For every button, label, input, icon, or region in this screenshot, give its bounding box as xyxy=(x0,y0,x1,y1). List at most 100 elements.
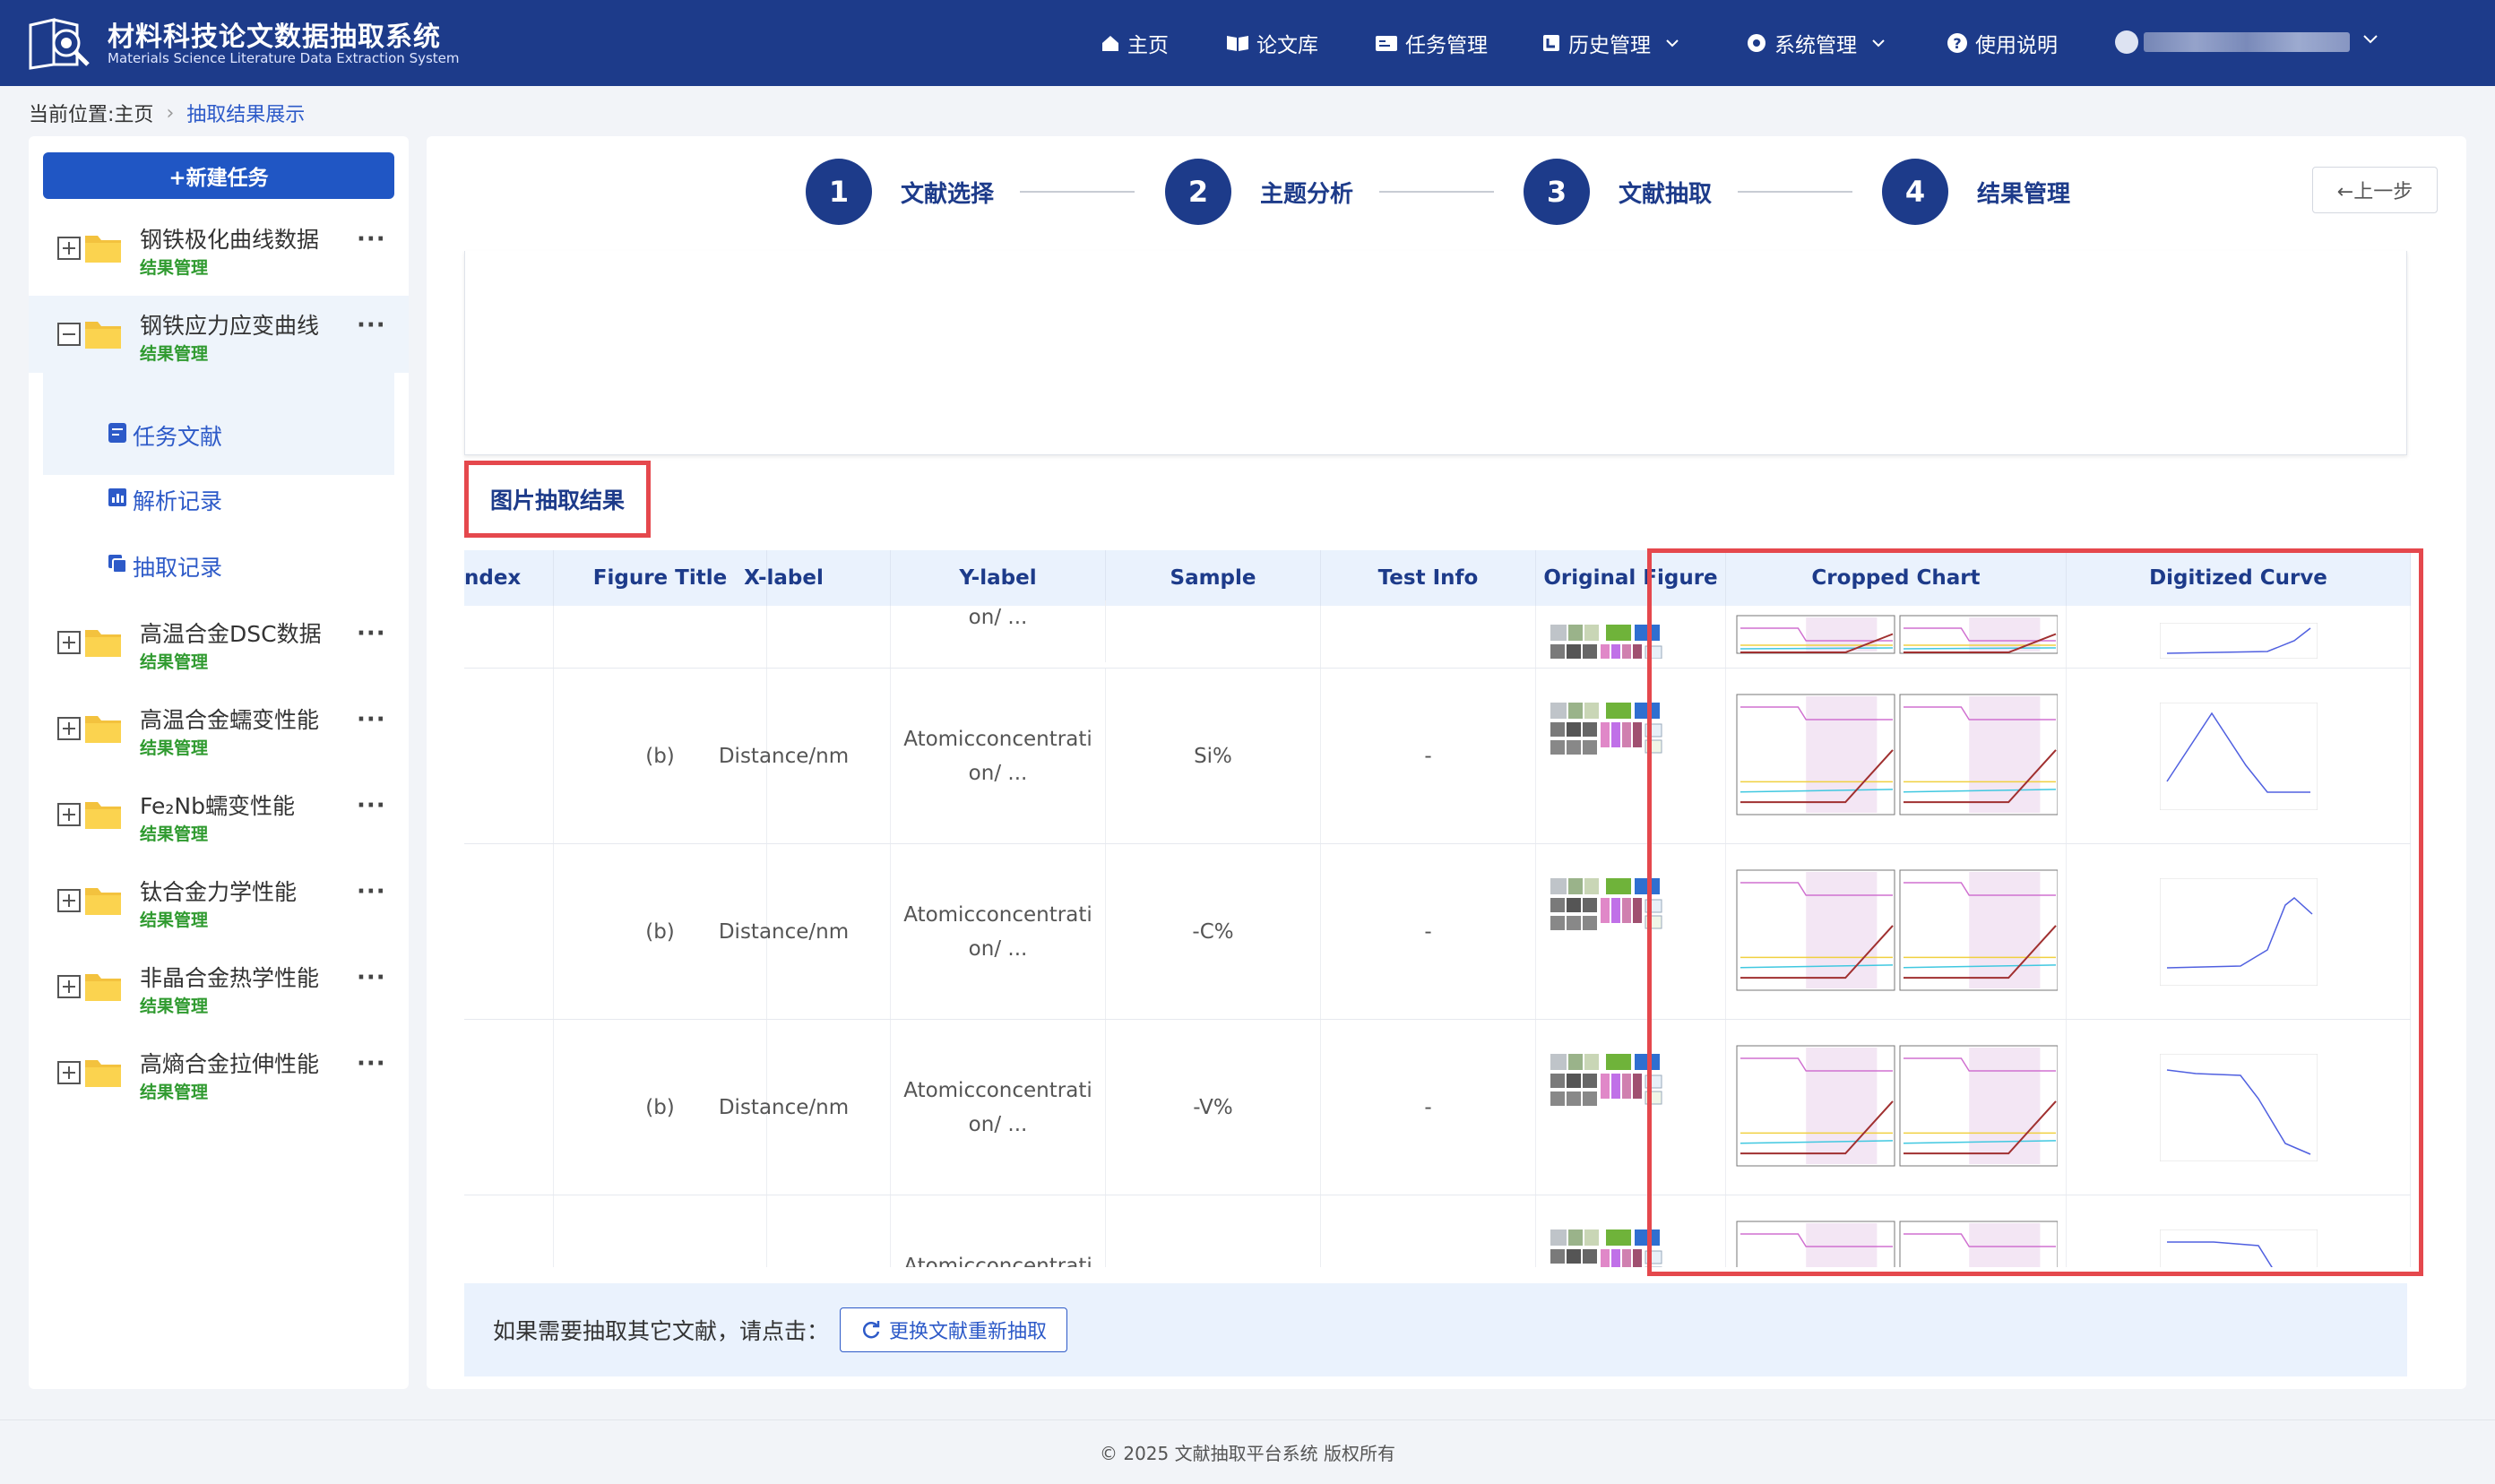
sidebar-child-item[interactable]: 解析记录 xyxy=(106,482,222,518)
book-icon xyxy=(1227,36,1248,51)
folder-open-icon xyxy=(84,317,122,349)
tree-item-sub: 结果管理 xyxy=(140,258,209,278)
tree-item-sub: 结果管理 xyxy=(140,824,209,844)
step-4[interactable]: 4 结果管理 xyxy=(1882,158,2070,226)
tree-item[interactable]: 钛合金力学性能 结果管理 ··· xyxy=(29,862,409,939)
expand-icon[interactable] xyxy=(57,717,81,740)
tree-item-name: 钛合金力学性能 xyxy=(140,879,298,905)
table-cell xyxy=(464,1020,554,1195)
column-header: Test Info xyxy=(1321,550,1536,606)
breadcrumb-prefix: 当前位置: xyxy=(29,104,115,126)
more-options-icon[interactable]: ··· xyxy=(357,312,386,339)
folder-icon xyxy=(84,884,122,916)
step-1[interactable]: 1 文献选择 xyxy=(806,158,994,226)
breadcrumb-separator-icon: › xyxy=(166,101,175,125)
more-options-icon[interactable]: ··· xyxy=(357,706,386,733)
breadcrumb-home[interactable]: 主页 xyxy=(114,99,153,127)
expand-icon[interactable] xyxy=(57,631,81,654)
breadcrumb-current: 抽取结果展示 xyxy=(186,104,306,126)
re-extract-button[interactable]: 更换文献重新抽取 xyxy=(840,1307,1068,1352)
tree-item-name: 高熵合金拉伸性能 xyxy=(140,1051,320,1077)
table-cell: -V% xyxy=(1106,1020,1321,1195)
step-connector xyxy=(1379,191,1494,193)
table-cell: - xyxy=(1321,1195,1536,1267)
expand-icon[interactable] xyxy=(57,237,81,260)
tree-item-name: Fe₂Nb蠕变性能 xyxy=(140,793,295,819)
table-cell xyxy=(464,844,554,1019)
table-cell xyxy=(1106,606,1321,668)
table-cell: Distance/nm xyxy=(678,844,891,1019)
more-options-icon[interactable]: ··· xyxy=(357,964,386,991)
table-cell xyxy=(464,1195,554,1267)
folder-icon xyxy=(84,970,122,1002)
tree-item[interactable]: 高温合金蠕变性能 结果管理 ··· xyxy=(29,690,409,767)
nav-home[interactable]: 主页 xyxy=(1101,25,1169,61)
more-options-icon[interactable]: ··· xyxy=(357,620,386,647)
more-options-icon[interactable]: ··· xyxy=(357,792,386,819)
table-cell: Atomicconcentration/ ... xyxy=(891,1020,1106,1195)
nav-tasks[interactable]: 任务管理 xyxy=(1375,25,1488,61)
app-title: 材料科技论文数据抽取系统 xyxy=(108,22,441,53)
sidebar: +新建任务 钢铁极化曲线数据 结果管理 ··· 钢铁应力应变曲线 结果管理 ··· 高温合金… xyxy=(29,136,409,1389)
svg-text:?: ? xyxy=(1953,35,1961,52)
user-name-redacted[interactable] xyxy=(2144,32,2350,52)
expand-icon[interactable] xyxy=(57,975,81,998)
step-number: 1 xyxy=(806,159,872,225)
table-cell: Distance/nm xyxy=(678,1195,891,1267)
document-icon xyxy=(106,421,133,450)
new-task-button[interactable]: +新建任务 xyxy=(43,152,394,199)
table-cell: - xyxy=(1321,844,1536,1019)
table-cell xyxy=(464,669,554,843)
tree-item[interactable]: 高温合金DSC数据 结果管理 ··· xyxy=(29,604,409,681)
tree-item[interactable]: 非晶合金热学性能 结果管理 ··· xyxy=(29,948,409,1025)
chevron-down-icon[interactable] xyxy=(2362,34,2378,45)
section-title: 图片抽取结果 xyxy=(464,461,651,538)
more-options-icon[interactable]: ··· xyxy=(357,226,386,253)
breadcrumb: 当前位置: 主页 › 抽取结果展示 xyxy=(29,97,305,129)
folder-icon xyxy=(84,798,122,830)
step-2[interactable]: 2 主题分析 xyxy=(1165,158,1353,226)
app-subtitle: Materials Science Literature Data Extrac… xyxy=(108,50,460,66)
step-number: 2 xyxy=(1165,159,1231,225)
column-header: X-label xyxy=(678,550,891,606)
avatar[interactable] xyxy=(2115,30,2138,54)
step-label: 文献抽取 xyxy=(1619,180,1713,208)
collapse-icon[interactable] xyxy=(57,323,81,346)
nav-help[interactable]: ? 使用说明 xyxy=(1947,25,2058,61)
previous-step-button[interactable]: ←上一步 xyxy=(2312,167,2438,213)
chart-icon xyxy=(106,486,133,514)
sidebar-child-item[interactable]: 任务文献 xyxy=(106,418,222,453)
more-options-icon[interactable]: ··· xyxy=(357,878,386,905)
home-icon xyxy=(1102,36,1118,51)
previous-results-card xyxy=(464,251,2407,455)
more-options-icon[interactable]: ··· xyxy=(357,1050,386,1077)
chevron-down-icon xyxy=(1872,39,1885,47)
expand-icon[interactable] xyxy=(57,889,81,912)
bottom-action-bar: 如果需要抽取其它文献，请点击： 更换文献重新抽取 xyxy=(464,1283,2407,1376)
expand-icon[interactable] xyxy=(57,1061,81,1084)
expand-icon[interactable] xyxy=(57,803,81,826)
tree-item[interactable]: 钢铁极化曲线数据 结果管理 ··· xyxy=(29,210,409,287)
step-number: 3 xyxy=(1524,159,1590,225)
logo-icon xyxy=(29,18,90,70)
nav-library[interactable]: 论文库 xyxy=(1226,25,1318,61)
tree-item[interactable]: Fe₂Nb蠕变性能结果管理 ··· xyxy=(29,776,409,853)
tree-item-sub: 结果管理 xyxy=(140,344,209,364)
step-3[interactable]: 3 文献抽取 xyxy=(1524,158,1712,226)
tree-item-name: 高温合金DSC数据 xyxy=(140,621,322,647)
refresh-icon xyxy=(862,1321,880,1339)
table-cell: Distance/nm xyxy=(678,1020,891,1195)
help-icon: ? xyxy=(1947,33,1967,53)
table-cell: Atomicconcentration/ ... xyxy=(891,844,1106,1019)
step-connector xyxy=(1738,191,1852,193)
tree-item[interactable]: 钢铁应力应变曲线 结果管理 ··· xyxy=(29,296,409,373)
sidebar-child-item[interactable]: 抽取记录 xyxy=(106,548,222,584)
nav-history[interactable]: 历史管理 xyxy=(1541,25,1679,61)
nav-system[interactable]: 系统管理 xyxy=(1746,25,1886,61)
step-connector xyxy=(1020,191,1135,193)
table-cell: Distance/nm xyxy=(678,669,891,843)
table-cell: - xyxy=(1321,669,1536,843)
tree-item[interactable]: 高熵合金拉伸性能 结果管理 ··· xyxy=(29,1034,409,1111)
table-cell: -C% xyxy=(1106,844,1321,1019)
top-navigation-bar: 材料科技论文数据抽取系统 Materials Science Literatur… xyxy=(0,0,2495,86)
